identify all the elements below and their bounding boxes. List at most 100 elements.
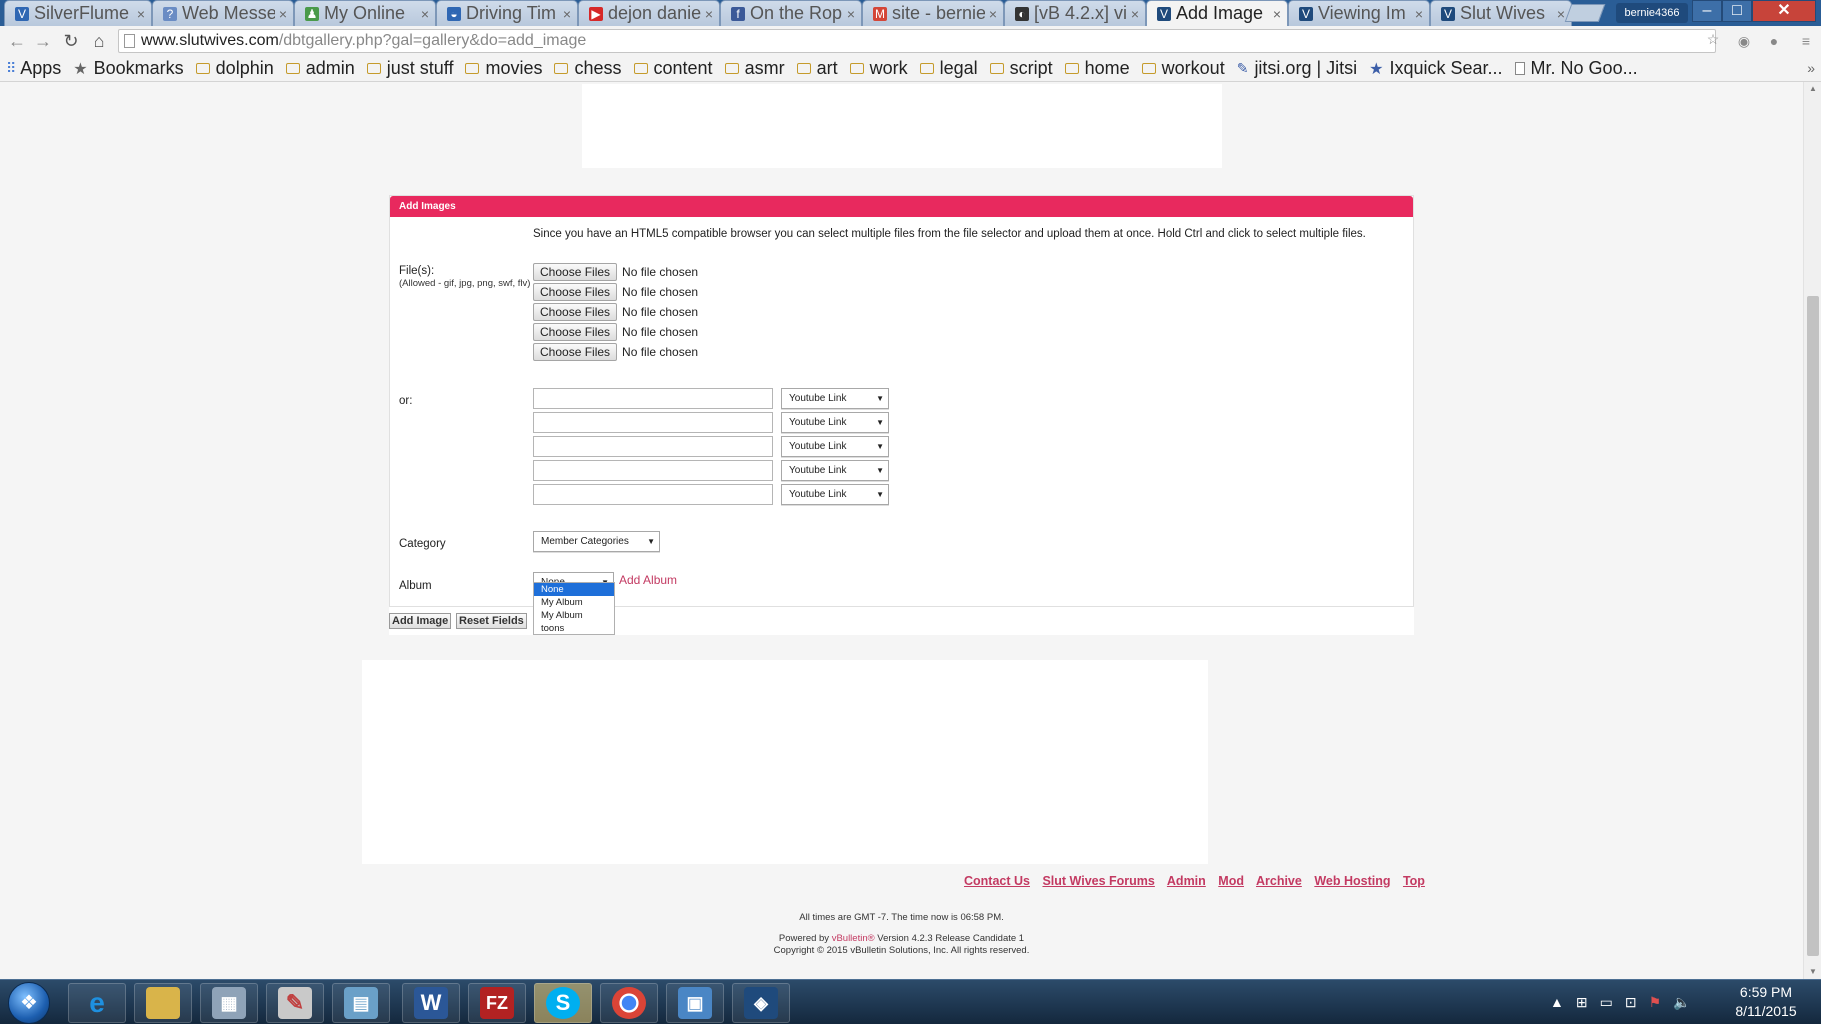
browser-tab[interactable]: ♟ My Online × (294, 0, 436, 26)
taskbar-chrome[interactable] (600, 983, 658, 1023)
reset-fields-button[interactable]: Reset Fields (456, 613, 527, 629)
volume-icon[interactable]: 🔈 (1673, 994, 1690, 1011)
link-type-select[interactable]: Youtube Link ▼ (781, 412, 889, 433)
taskbar-skype[interactable]: S (534, 983, 592, 1023)
browser-tab[interactable]: ◒ Driving Tim × (436, 0, 578, 26)
profile-badge[interactable]: bernie4366 (1616, 3, 1688, 23)
media-link-input[interactable] (533, 388, 773, 409)
window-close-button[interactable]: ✕ (1752, 0, 1816, 22)
bookmark-folder[interactable]: movies (465, 58, 542, 79)
tray-expand-icon[interactable]: ▲ (1550, 994, 1564, 1010)
browser-tab[interactable]: ▶ dejon danie × (578, 0, 720, 26)
scrollbar-thumb[interactable] (1807, 296, 1819, 956)
close-tab-icon[interactable]: × (1131, 6, 1139, 22)
menu-icon[interactable]: ≡ (1797, 32, 1815, 50)
bookmark-link[interactable]: Mr. No Goo... (1514, 58, 1638, 79)
browser-tab[interactable]: M site - bernie × (862, 0, 1004, 26)
bookmark-star-icon[interactable]: ☆ (1704, 30, 1722, 48)
taskbar-internet-explorer[interactable]: e (68, 983, 126, 1023)
close-tab-icon[interactable]: × (847, 6, 855, 22)
chevron-right-icon[interactable]: » (1807, 60, 1815, 76)
browser-tab[interactable]: V Viewing Im × (1288, 0, 1430, 26)
close-tab-icon[interactable]: × (705, 6, 713, 22)
footer-link-hosting[interactable]: Web Hosting (1314, 874, 1390, 888)
page-scrollbar[interactable]: ▲ ▼ (1803, 82, 1821, 979)
address-bar[interactable]: www.slutwives.com/dbtgallery.php?gal=gal… (118, 29, 1716, 53)
browser-tab[interactable]: ◐ [vB 4.2.x] vi × (1004, 0, 1146, 26)
bookmark-folder[interactable]: home (1064, 58, 1130, 79)
choose-files-button[interactable]: Choose Files (533, 263, 618, 281)
footer-link-mod[interactable]: Mod (1218, 874, 1244, 888)
taskbar-file-explorer[interactable] (134, 983, 192, 1023)
bookmark-link[interactable]: ★ Ixquick Sear... (1369, 58, 1502, 79)
scroll-down-icon[interactable]: ▼ (1804, 965, 1821, 979)
windows-flag-icon[interactable]: ⊞ (1576, 994, 1588, 1011)
footer-link-admin[interactable]: Admin (1167, 874, 1206, 888)
browser-tab[interactable]: f On the Rop × (720, 0, 862, 26)
album-option[interactable]: None (534, 583, 614, 596)
adblock-icon[interactable]: ● (1765, 32, 1783, 50)
eye-extension-icon[interactable]: ◉ (1735, 32, 1753, 50)
close-tab-icon[interactable]: × (989, 6, 997, 22)
media-link-input[interactable] (533, 436, 773, 457)
close-tab-icon[interactable]: × (137, 6, 145, 22)
maximize-button[interactable]: □ (1722, 0, 1752, 22)
vbulletin-link[interactable]: vBulletin® (832, 933, 875, 944)
taskbar-remote-desktop[interactable]: ▣ (666, 983, 724, 1023)
taskbar-calculator[interactable]: ▦ (200, 983, 258, 1023)
taskbar-filezilla[interactable]: FZ (468, 983, 526, 1023)
add-image-button[interactable]: Add Image (389, 613, 452, 629)
footer-link-top[interactable]: Top (1403, 874, 1425, 888)
footer-link-contact[interactable]: Contact Us (964, 874, 1030, 888)
bookmark-folder[interactable]: script (989, 58, 1053, 79)
start-button[interactable]: ❖ (8, 982, 50, 1024)
scroll-up-icon[interactable]: ▲ (1804, 82, 1821, 96)
close-tab-icon[interactable]: × (1415, 6, 1423, 22)
monitor-icon[interactable]: ▭ (1600, 994, 1613, 1011)
album-option[interactable]: toons (534, 622, 614, 635)
bookmark-folder[interactable]: dolphin (195, 58, 274, 79)
action-center-icon[interactable]: ⚑ (1649, 994, 1662, 1011)
bookmark-folder[interactable]: content (633, 58, 713, 79)
bookmark-folder[interactable]: work (849, 58, 908, 79)
browser-tab-active[interactable]: V Add Image × (1146, 0, 1288, 26)
close-tab-icon[interactable]: × (1273, 6, 1281, 22)
new-tab-button[interactable] (1564, 4, 1606, 22)
network-icon[interactable]: ⊡ (1625, 994, 1637, 1011)
bookmark-folder[interactable]: chess (554, 58, 622, 79)
choose-files-button[interactable]: Choose Files (533, 323, 618, 341)
add-album-link[interactable]: Add Album (619, 573, 677, 587)
back-icon[interactable]: ← (6, 29, 28, 53)
media-link-input[interactable] (533, 484, 773, 505)
browser-tab[interactable]: V SilverFlume × (4, 0, 152, 26)
choose-files-button[interactable]: Choose Files (533, 283, 618, 301)
minimize-button[interactable]: – (1692, 0, 1722, 22)
link-type-select[interactable]: Youtube Link ▼ (781, 460, 889, 481)
footer-link-forums[interactable]: Slut Wives Forums (1042, 874, 1154, 888)
home-icon[interactable]: ⌂ (88, 29, 110, 53)
choose-files-button[interactable]: Choose Files (533, 343, 618, 361)
bookmark-folder[interactable]: legal (919, 58, 978, 79)
link-type-select[interactable]: Youtube Link ▼ (781, 388, 889, 409)
bookmark-folder[interactable]: asmr (724, 58, 785, 79)
taskbar-notepad[interactable]: ▤ (332, 983, 390, 1023)
link-type-select[interactable]: Youtube Link ▼ (781, 436, 889, 457)
taskbar-vbulletin-app[interactable]: ◈ (732, 983, 790, 1023)
media-link-input[interactable] (533, 412, 773, 433)
bookmark-folder[interactable]: workout (1141, 58, 1225, 79)
album-option[interactable]: My Album (534, 609, 614, 622)
close-tab-icon[interactable]: × (279, 6, 287, 22)
link-type-select[interactable]: Youtube Link ▼ (781, 484, 889, 505)
system-clock[interactable]: 6:59 PM 8/11/2015 (1718, 983, 1814, 1021)
close-tab-icon[interactable]: × (421, 6, 429, 22)
footer-link-archive[interactable]: Archive (1256, 874, 1302, 888)
category-select[interactable]: Member Categories ▼ (533, 531, 660, 552)
bookmark-apps[interactable]: ⠿ Apps (6, 58, 61, 79)
bookmark-folder[interactable]: admin (285, 58, 355, 79)
close-tab-icon[interactable]: × (1557, 6, 1565, 22)
browser-tab[interactable]: V Slut Wives × (1430, 0, 1572, 26)
taskbar-word[interactable]: W (402, 983, 460, 1023)
forward-icon[interactable]: → (32, 29, 54, 53)
close-tab-icon[interactable]: × (563, 6, 571, 22)
media-link-input[interactable] (533, 460, 773, 481)
